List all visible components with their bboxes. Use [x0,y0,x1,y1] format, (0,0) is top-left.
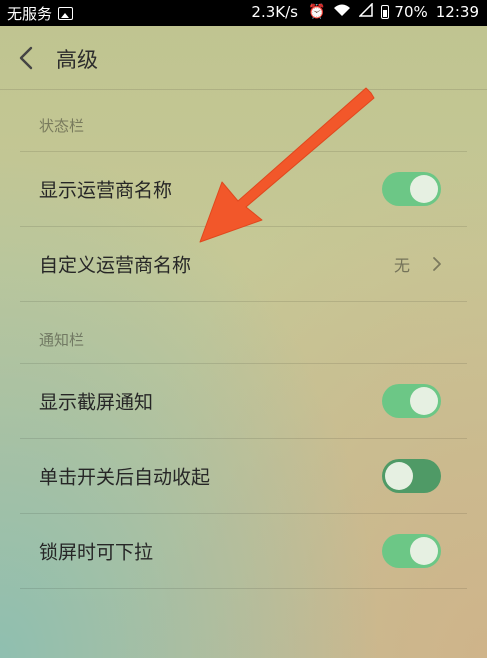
battery-icon [381,5,390,19]
toggle-show-screenshot-notification[interactable] [382,384,441,418]
divider [20,301,467,302]
clock: 12:39 [435,3,479,21]
alarm-icon: ⏰ [307,4,326,20]
row-label: 显示截屏通知 [39,391,154,414]
toggle-knob [385,462,413,490]
row-show-screenshot-notification[interactable]: 显示截屏通知 [0,364,487,438]
wifi-icon [333,3,351,21]
status-bar-left: 无服务 [7,3,74,24]
section-label-notification-bar: 通知栏 [39,331,85,349]
toggle-knob [410,175,438,203]
status-bar: 无服务 2.3K/s ⏰ 70% 12:39 [0,0,487,26]
toggle-knob [410,387,438,415]
carrier-text: 无服务 [7,5,53,23]
toggle-pull-down-on-lockscreen[interactable] [382,534,441,568]
network-speed: 2.3K/s [251,3,298,21]
row-label: 单击开关后自动收起 [39,466,211,489]
chevron-right-icon [431,255,443,273]
row-auto-collapse-after-tap[interactable]: 单击开关后自动收起 [0,439,487,513]
row-label: 显示运营商名称 [39,179,173,202]
toggle-knob [410,537,438,565]
toggle-show-carrier-name[interactable] [382,172,441,206]
header-divider [0,89,487,90]
row-pull-down-on-lockscreen[interactable]: 锁屏时可下拉 [0,514,487,588]
page-title: 高级 [56,48,98,72]
row-custom-carrier-name[interactable]: 自定义运营商名称 无 [0,227,487,301]
battery-percent: 70% [394,3,428,21]
picture-icon [58,7,74,20]
status-bar-right: 2.3K/s ⏰ 70% 12:39 [251,2,479,21]
row-show-carrier-name[interactable]: 显示运营商名称 [0,152,487,226]
custom-carrier-value: 无 [394,256,411,275]
toggle-auto-collapse-after-tap[interactable] [382,459,441,493]
header: 高级 [0,26,487,90]
divider [20,588,467,589]
row-label: 自定义运营商名称 [39,254,192,277]
row-label: 锁屏时可下拉 [39,541,154,564]
screen: 无服务 2.3K/s ⏰ 70% 12:39 高级 状态栏 显示运营商名称 自定… [0,0,487,658]
section-label-status-bar: 状态栏 [39,117,85,135]
signal-icon [358,2,374,21]
back-arrow-icon[interactable] [14,42,42,74]
